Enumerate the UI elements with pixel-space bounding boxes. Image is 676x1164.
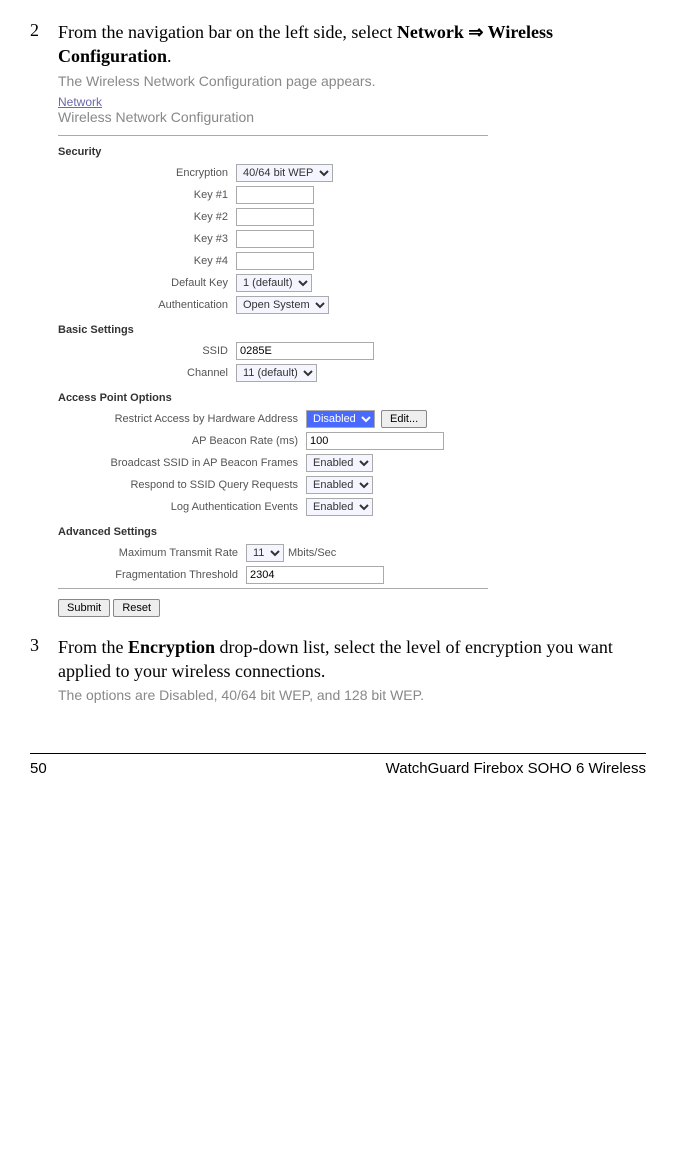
maxrate-label: Maximum Transmit Rate: [58, 547, 246, 559]
step-2-text-after: .: [167, 46, 172, 66]
step-3-body: From the Encryption drop-down list, sele…: [58, 635, 646, 684]
restrict-row: Restrict Access by Hardware Address Disa…: [58, 410, 488, 428]
security-heading: Security: [58, 146, 488, 158]
step-3-number: 3: [30, 635, 58, 684]
edit-button[interactable]: Edit...: [381, 410, 427, 428]
broadcast-row: Broadcast SSID in AP Beacon Frames Enabl…: [58, 454, 488, 472]
beacon-input[interactable]: [306, 432, 444, 450]
ap-heading: Access Point Options: [58, 392, 488, 404]
step-2-number: 2: [30, 20, 58, 69]
key2-label: Key #2: [58, 211, 236, 223]
key3-row: Key #3: [58, 230, 488, 248]
beacon-label: AP Beacon Rate (ms): [58, 435, 306, 447]
auth-row: Authentication Open System: [58, 296, 488, 314]
auth-label: Authentication: [58, 299, 236, 311]
defaultkey-row: Default Key 1 (default): [58, 274, 488, 292]
log-row: Log Authentication Events Enabled: [58, 498, 488, 516]
step-3: 3 From the Encryption drop-down list, se…: [30, 635, 646, 684]
reset-button[interactable]: Reset: [113, 599, 160, 617]
auth-select[interactable]: Open System: [236, 296, 329, 314]
page-number: 50: [30, 760, 47, 777]
step-3-caption: The options are Disabled, 40/64 bit WEP,…: [58, 687, 646, 703]
step-2-text-before: From the navigation bar on the left side…: [58, 22, 397, 42]
respond-select[interactable]: Enabled: [306, 476, 373, 494]
ssid-input[interactable]: [236, 342, 374, 360]
config-screenshot: Network Wireless Network Configuration S…: [58, 95, 488, 617]
ssid-row: SSID: [58, 342, 488, 360]
key4-input[interactable]: [236, 252, 314, 270]
step-2-body: From the navigation bar on the left side…: [58, 20, 646, 69]
channel-label: Channel: [58, 367, 236, 379]
submit-button[interactable]: Submit: [58, 599, 110, 617]
encryption-select[interactable]: 40/64 bit WEP: [236, 164, 333, 182]
step-3-text-before: From the: [58, 637, 128, 657]
maxrate-select[interactable]: 11: [246, 544, 284, 562]
encryption-label: Encryption: [58, 167, 236, 179]
step-3-bold: Encryption: [128, 637, 215, 657]
step-2-caption: The Wireless Network Configuration page …: [58, 73, 646, 89]
restrict-select[interactable]: Disabled: [306, 410, 375, 428]
advanced-heading: Advanced Settings: [58, 526, 488, 538]
footer-title: WatchGuard Firebox SOHO 6 Wireless: [386, 760, 646, 777]
step-2: 2 From the navigation bar on the left si…: [30, 20, 646, 69]
maxrate-row: Maximum Transmit Rate 11 Mbits/Sec: [58, 544, 488, 562]
frag-label: Fragmentation Threshold: [58, 569, 246, 581]
key4-row: Key #4: [58, 252, 488, 270]
ssid-label: SSID: [58, 345, 236, 357]
key1-label: Key #1: [58, 189, 236, 201]
screenshot-title: Wireless Network Configuration: [58, 109, 488, 125]
log-select[interactable]: Enabled: [306, 498, 373, 516]
frag-row: Fragmentation Threshold: [58, 566, 488, 584]
key4-label: Key #4: [58, 255, 236, 267]
key3-label: Key #3: [58, 233, 236, 245]
beacon-row: AP Beacon Rate (ms): [58, 432, 488, 450]
defaultkey-select[interactable]: 1 (default): [236, 274, 312, 292]
frag-input[interactable]: [246, 566, 384, 584]
defaultkey-label: Default Key: [58, 277, 236, 289]
broadcast-label: Broadcast SSID in AP Beacon Frames: [58, 457, 306, 469]
breadcrumb-network[interactable]: Network: [58, 95, 488, 109]
channel-row: Channel 11 (default): [58, 364, 488, 382]
channel-select[interactable]: 11 (default): [236, 364, 317, 382]
respond-label: Respond to SSID Query Requests: [58, 479, 306, 491]
respond-row: Respond to SSID Query Requests Enabled: [58, 476, 488, 494]
key1-row: Key #1: [58, 186, 488, 204]
maxrate-unit: Mbits/Sec: [288, 547, 336, 559]
key2-row: Key #2: [58, 208, 488, 226]
restrict-label: Restrict Access by Hardware Address: [58, 413, 306, 425]
key1-input[interactable]: [236, 186, 314, 204]
broadcast-select[interactable]: Enabled: [306, 454, 373, 472]
log-label: Log Authentication Events: [58, 501, 306, 513]
encryption-row: Encryption 40/64 bit WEP: [58, 164, 488, 182]
submit-row: Submit Reset: [58, 599, 488, 617]
divider: [58, 135, 488, 136]
page-footer: 50 WatchGuard Firebox SOHO 6 Wireless: [30, 753, 646, 777]
divider-bottom: [58, 588, 488, 589]
key2-input[interactable]: [236, 208, 314, 226]
basic-heading: Basic Settings: [58, 324, 488, 336]
key3-input[interactable]: [236, 230, 314, 248]
